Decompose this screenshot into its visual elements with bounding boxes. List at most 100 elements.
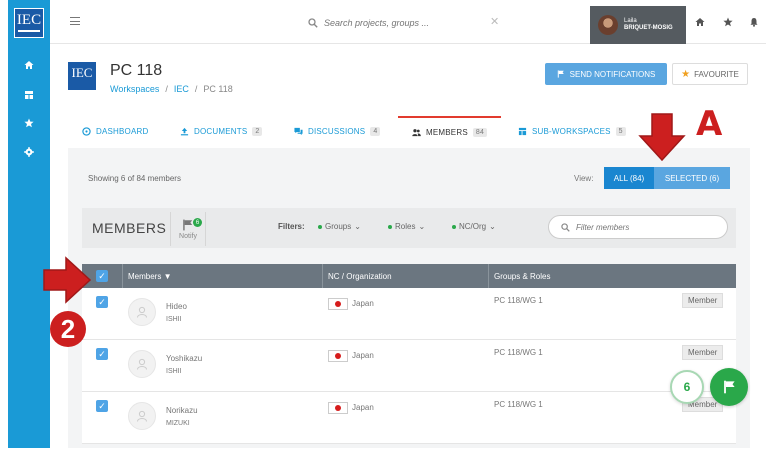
filter-label: Roles bbox=[395, 222, 416, 231]
filter-dot bbox=[318, 224, 322, 229]
table-row[interactable]: ✓ Yoshikazu ISHII Japan PC 118/WG 1 Memb… bbox=[82, 340, 736, 392]
check-icon: ✓ bbox=[96, 296, 108, 308]
notify-button[interactable]: 6 Notify bbox=[170, 212, 206, 246]
breadcrumb-iec[interactable]: IEC bbox=[174, 84, 189, 94]
breadcrumb-separator: / bbox=[194, 84, 198, 94]
dashboard-icon[interactable] bbox=[8, 86, 50, 104]
user-avatar bbox=[598, 15, 618, 35]
tab-label: MEMBERS bbox=[426, 127, 468, 137]
user-menu[interactable]: Laila BRIQUET-MOSIG bbox=[590, 6, 686, 44]
dashboard-gauge-icon bbox=[82, 126, 91, 136]
iec-logo-box[interactable]: IEC bbox=[8, 6, 50, 40]
members-panel: Showing 6 of 84 members View: ALL (84) S… bbox=[68, 148, 750, 448]
results-count: Showing 6 of 84 members bbox=[88, 174, 181, 183]
column-nc-organization[interactable]: NC / Organization bbox=[328, 264, 392, 288]
workspace-header: IEC PC 118 Workspaces / IEC / PC 118 SEN… bbox=[50, 44, 766, 110]
filter-nc-org-dropdown[interactable]: NC/Org ⌄ bbox=[452, 222, 496, 231]
tab-documents[interactable]: DOCUMENTS 2 bbox=[180, 116, 263, 146]
user-first-name: Laila bbox=[624, 18, 637, 25]
send-notifications-button[interactable]: SEND NOTIFICATIONS bbox=[545, 63, 667, 85]
tab-label: DISCUSSIONS bbox=[308, 126, 366, 136]
annotation-arrow-down bbox=[638, 113, 686, 162]
member-avatar bbox=[128, 402, 156, 430]
star-icon[interactable] bbox=[8, 114, 50, 132]
japan-flag-icon bbox=[328, 298, 348, 310]
star-icon[interactable] bbox=[722, 16, 734, 28]
tab-sub-workspaces[interactable]: SUB-WORKSPACES 5 bbox=[518, 116, 626, 146]
view-selected-button[interactable]: SELECTED (6) bbox=[654, 167, 730, 189]
tab-discussions[interactable]: DISCUSSIONS 4 bbox=[294, 116, 381, 146]
table-row[interactable]: ✓ Norikazu MIZUKI Japan PC 118/WG 1 Memb… bbox=[82, 392, 736, 444]
member-first-name[interactable]: Hideo bbox=[166, 302, 187, 311]
member-role-badge: Member bbox=[682, 345, 724, 360]
bell-icon[interactable] bbox=[748, 16, 760, 28]
tab-members[interactable]: MEMBERS 84 bbox=[398, 116, 502, 146]
filter-members-field bbox=[548, 215, 728, 239]
menu-icon[interactable] bbox=[70, 17, 80, 25]
user-last-name: BRIQUET-MOSIG bbox=[624, 25, 673, 31]
column-groups-roles[interactable]: Groups & Roles bbox=[494, 264, 550, 288]
filter-roles-dropdown[interactable]: Roles ⌄ bbox=[388, 222, 425, 231]
iec-logo: IEC bbox=[14, 8, 44, 38]
table-row[interactable]: ✓ Hideo ISHII Japan PC 118/WG 1 Member bbox=[82, 288, 736, 340]
members-heading: MEMBERS bbox=[92, 220, 167, 236]
member-avatar bbox=[128, 298, 156, 326]
search-input[interactable] bbox=[324, 18, 484, 28]
tab-label: SUB-WORKSPACES bbox=[532, 126, 611, 136]
notify-fab-button[interactable] bbox=[710, 368, 748, 406]
tab-count: 4 bbox=[370, 126, 381, 136]
global-search bbox=[308, 15, 508, 31]
home-icon[interactable] bbox=[694, 16, 706, 28]
check-icon: ✓ bbox=[96, 348, 108, 360]
layout-icon bbox=[518, 127, 527, 135]
tab-label: DOCUMENTS bbox=[194, 126, 248, 136]
home-icon[interactable] bbox=[8, 56, 50, 74]
member-first-name[interactable]: Yoshikazu bbox=[166, 354, 202, 363]
tab-count: 2 bbox=[252, 126, 263, 136]
users-icon bbox=[412, 128, 421, 136]
page-title: PC 118 bbox=[110, 62, 163, 79]
clear-search-icon[interactable]: ✕ bbox=[490, 15, 499, 28]
selected-count-badge[interactable]: 6 bbox=[670, 370, 704, 404]
user-placeholder-icon bbox=[137, 306, 147, 318]
members-table-header: ✓ Members ▼ NC / Organization Groups & R… bbox=[82, 264, 736, 288]
top-bar: ✕ Laila BRIQUET-MOSIG bbox=[50, 0, 766, 44]
filter-dot bbox=[388, 224, 392, 229]
chat-icon bbox=[294, 127, 303, 135]
chevron-down-icon: ⌄ bbox=[489, 222, 496, 231]
breadcrumb-workspaces[interactable]: Workspaces bbox=[110, 84, 159, 94]
member-group: PC 118/WG 1 bbox=[494, 348, 543, 357]
filter-dot bbox=[452, 224, 456, 229]
favourite-label: FAVOURITE bbox=[694, 69, 739, 79]
member-group: PC 118/WG 1 bbox=[494, 296, 543, 305]
left-sidebar: IEC bbox=[8, 0, 50, 448]
row-checkbox[interactable]: ✓ bbox=[96, 296, 108, 308]
member-first-name[interactable]: Norikazu bbox=[166, 406, 198, 415]
column-members[interactable]: Members ▼ bbox=[128, 264, 171, 288]
select-all-checkbox[interactable]: ✓ bbox=[96, 264, 108, 288]
filter-groups-dropdown[interactable]: Groups ⌄ bbox=[318, 222, 361, 231]
member-country: Japan bbox=[352, 351, 374, 360]
member-last-name: MIZUKI bbox=[166, 420, 190, 427]
chevron-down-icon: ⌄ bbox=[418, 222, 426, 231]
member-avatar bbox=[128, 350, 156, 378]
breadcrumb-current: PC 118 bbox=[203, 84, 233, 94]
favourite-button[interactable]: ★ FAVOURITE bbox=[672, 63, 748, 85]
view-all-button[interactable]: ALL (84) bbox=[604, 167, 654, 189]
flag-icon bbox=[557, 70, 564, 78]
member-country: Japan bbox=[352, 403, 374, 412]
star-icon: ★ bbox=[681, 68, 691, 80]
member-role-badge: Member bbox=[682, 293, 724, 308]
tab-dashboard[interactable]: DASHBOARD bbox=[82, 116, 148, 146]
notify-label: Notify bbox=[179, 232, 197, 240]
filter-members-input[interactable] bbox=[576, 222, 716, 232]
view-label: View: bbox=[574, 174, 594, 183]
settings-gear-icon[interactable] bbox=[8, 143, 50, 161]
upload-icon bbox=[180, 127, 189, 135]
annotation-arrow-right bbox=[43, 256, 92, 304]
check-icon: ✓ bbox=[96, 270, 108, 282]
member-country: Japan bbox=[352, 299, 374, 308]
row-checkbox[interactable]: ✓ bbox=[96, 348, 108, 360]
row-checkbox[interactable]: ✓ bbox=[96, 400, 108, 412]
search-icon bbox=[308, 18, 318, 28]
